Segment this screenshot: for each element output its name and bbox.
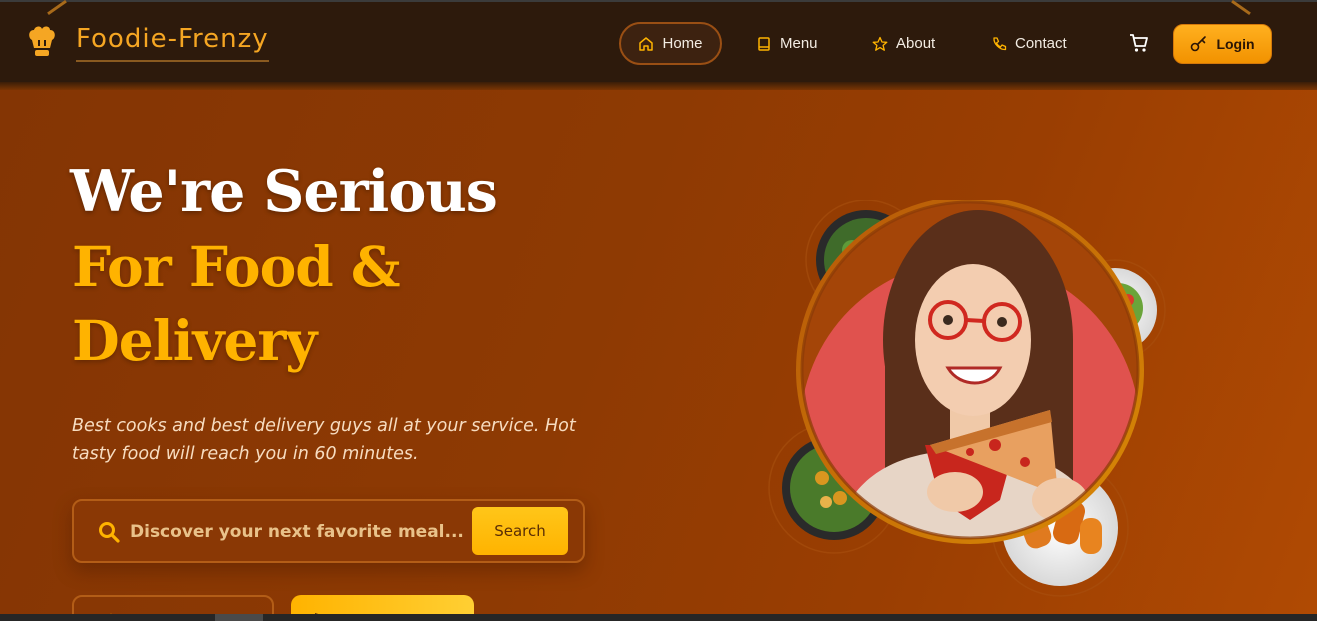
home-icon xyxy=(639,36,654,51)
cart-button[interactable] xyxy=(1128,32,1150,54)
nav-item-about[interactable]: About xyxy=(872,22,935,65)
nav-item-menu[interactable]: Menu xyxy=(756,22,818,65)
hero-section: We're Serious For Food & Delivery Best c… xyxy=(0,90,1317,614)
hero-title-line-1: We're Serious xyxy=(70,158,498,225)
navbar: Foodie-Frenzy Home Menu About Contact Lo… xyxy=(0,0,1317,82)
nav-item-label: Contact xyxy=(1015,35,1067,52)
brand-name: Foodie-Frenzy xyxy=(76,24,269,62)
search-button[interactable]: Search xyxy=(472,507,568,555)
nav-item-label: Home xyxy=(662,35,703,52)
hero-title-line-3: Delivery xyxy=(72,308,317,373)
cart-icon xyxy=(1130,34,1148,52)
secondary-cta-button[interactable] xyxy=(72,595,274,614)
key-icon xyxy=(1191,36,1207,52)
decorative-line xyxy=(47,0,67,16)
search-bar: Search xyxy=(72,499,585,563)
hero-subtitle: Best cooks and best delivery guys all at… xyxy=(72,416,576,464)
chef-hat-icon xyxy=(29,26,55,56)
nav-item-label: Menu xyxy=(780,35,818,52)
search-input[interactable] xyxy=(130,513,470,551)
navbar-divider xyxy=(0,82,1317,90)
phone-icon xyxy=(993,36,1007,50)
primary-cta-button[interactable] xyxy=(291,595,474,614)
brand-logo-link[interactable]: Foodie-Frenzy xyxy=(28,24,269,62)
nav-item-label: About xyxy=(896,35,936,52)
horizontal-scrollbar[interactable] xyxy=(0,614,1317,621)
hero-image xyxy=(768,200,1166,597)
nav-item-home[interactable]: Home xyxy=(619,22,722,65)
decorative-line xyxy=(1231,0,1251,16)
nav-item-contact[interactable]: Contact xyxy=(991,22,1067,65)
hero-title-line-2: For Food & xyxy=(72,234,401,299)
login-button[interactable]: Login xyxy=(1173,24,1272,64)
search-icon xyxy=(99,522,120,543)
star-icon xyxy=(872,36,888,51)
scrollbar-thumb[interactable] xyxy=(215,614,263,621)
book-icon xyxy=(758,36,770,51)
login-label: Login xyxy=(1216,36,1255,52)
